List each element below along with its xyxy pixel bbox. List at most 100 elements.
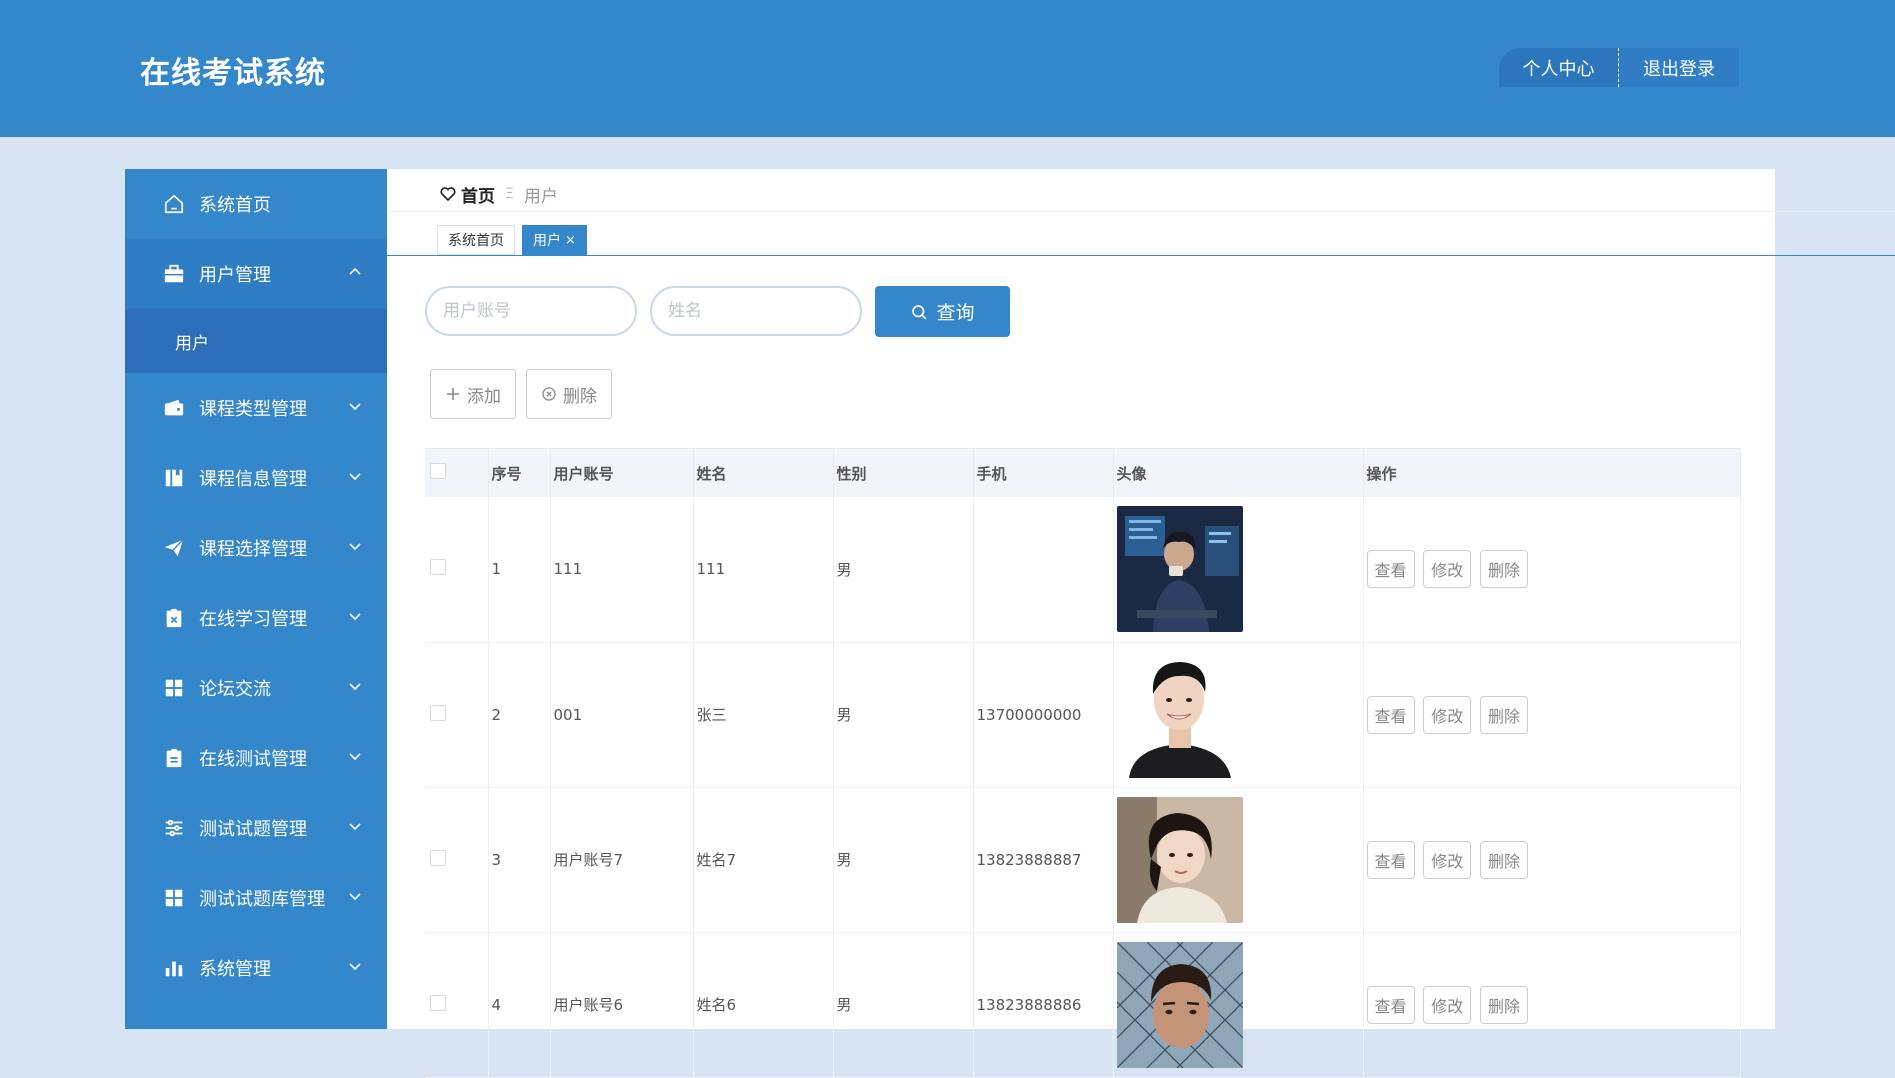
sidebar-item-online-learning[interactable]: 在线学习管理 bbox=[125, 583, 387, 653]
name-search-input[interactable] bbox=[650, 286, 862, 336]
sidebar-item-user-management[interactable]: 用户管理 bbox=[125, 239, 387, 309]
column-header: 用户账号 bbox=[550, 449, 694, 497]
edit-button[interactable]: 修改 bbox=[1423, 840, 1472, 879]
account-cell: 用户账号7 bbox=[550, 787, 694, 933]
plus-icon bbox=[447, 388, 459, 400]
gender-cell: 男 bbox=[833, 787, 974, 933]
view-button[interactable]: 查看 bbox=[1366, 550, 1415, 589]
edit-button[interactable]: 修改 bbox=[1423, 985, 1472, 1024]
account-search-input[interactable] bbox=[425, 286, 637, 336]
search-icon bbox=[912, 304, 927, 319]
wallet-icon bbox=[163, 397, 185, 419]
sidebar-item-system[interactable]: 系统管理 bbox=[125, 933, 387, 1003]
row-checkbox[interactable] bbox=[430, 849, 446, 866]
avatar bbox=[1116, 506, 1243, 633]
select-all-checkbox[interactable] bbox=[430, 463, 446, 479]
user-table: 序号 用户账号 姓名 性别 手机 头像 操作 1 111 111 男 查看 修改… bbox=[425, 448, 1741, 1078]
row-checkbox[interactable] bbox=[430, 559, 446, 576]
name-cell: 张三 bbox=[693, 642, 834, 788]
select-all-cell bbox=[425, 449, 489, 497]
sidebar-item-label: 在线学习管理 bbox=[199, 609, 307, 630]
clipboard-x-icon bbox=[163, 607, 185, 629]
view-button[interactable]: 查看 bbox=[1366, 695, 1415, 734]
view-button[interactable]: 查看 bbox=[1366, 840, 1415, 879]
breadcrumb-home[interactable]: 首页 bbox=[461, 182, 495, 207]
circle-x-icon bbox=[542, 387, 556, 401]
row-delete-button[interactable]: 删除 bbox=[1480, 695, 1529, 734]
logout-button[interactable]: 退出登录 bbox=[1619, 48, 1739, 87]
tab-users[interactable]: 用户 × bbox=[522, 225, 587, 255]
clipboard-icon bbox=[163, 747, 185, 769]
phone-cell bbox=[973, 497, 1114, 643]
avatar bbox=[1116, 796, 1243, 923]
row-delete-button[interactable]: 删除 bbox=[1480, 985, 1529, 1024]
tab-home[interactable]: 系统首页 bbox=[437, 225, 515, 255]
view-button[interactable]: 查看 bbox=[1366, 985, 1415, 1024]
row-checkbox[interactable] bbox=[430, 704, 446, 721]
chevron-down-icon bbox=[349, 893, 361, 901]
sidebar-item-course-type[interactable]: 课程类型管理 bbox=[125, 373, 387, 443]
sidebar-item-home[interactable]: 系统首页 bbox=[125, 169, 387, 239]
profile-button[interactable]: 个人中心 bbox=[1499, 48, 1619, 87]
sidebar-item-question-bank[interactable]: 测试试题库管理 bbox=[125, 863, 387, 933]
sidebar-item-label: 课程选择管理 bbox=[199, 539, 307, 560]
column-header: 姓名 bbox=[693, 449, 834, 497]
top-header: 在线考试系统 个人中心 退出登录 bbox=[0, 0, 1895, 137]
breadcrumb: 首页 Ξ 用户 bbox=[439, 179, 558, 209]
chevron-down-icon bbox=[349, 683, 361, 691]
column-header: 头像 bbox=[1113, 449, 1364, 497]
column-header: 手机 bbox=[973, 449, 1114, 497]
add-button-label: 添加 bbox=[467, 386, 501, 407]
row-checkbox-cell bbox=[425, 787, 489, 933]
chevron-down-icon bbox=[349, 963, 361, 971]
sidebar-item-course-info[interactable]: 课程信息管理 bbox=[125, 443, 387, 513]
actions-cell: 查看 修改 删除 bbox=[1363, 787, 1741, 933]
tab-label: 系统首页 bbox=[448, 233, 504, 249]
chevron-down-icon bbox=[349, 753, 361, 761]
gender-cell: 男 bbox=[833, 932, 974, 1078]
row-checkbox-cell bbox=[425, 932, 489, 1078]
table-row: 4 用户账号6 姓名6 男 13823888886 查看 修改 删除 bbox=[425, 932, 1741, 1078]
row-delete-button[interactable]: 删除 bbox=[1480, 550, 1529, 589]
avatar bbox=[1120, 651, 1238, 778]
header-actions: 个人中心 退出登录 bbox=[1499, 48, 1739, 87]
table-row: 1 111 111 男 查看 修改 删除 bbox=[425, 497, 1741, 643]
breadcrumb-current: 用户 bbox=[523, 186, 558, 207]
actions-cell: 查看 修改 删除 bbox=[1363, 497, 1741, 643]
row-delete-button[interactable]: 删除 bbox=[1480, 840, 1529, 879]
row-checkbox-cell bbox=[425, 497, 489, 643]
chevron-down-icon bbox=[349, 613, 361, 621]
actions-cell: 查看 修改 删除 bbox=[1363, 932, 1741, 1078]
breadcrumb-separator: Ξ bbox=[505, 186, 514, 202]
account-cell: 111 bbox=[550, 497, 694, 643]
briefcase-icon bbox=[163, 263, 185, 285]
name-cell: 姓名7 bbox=[693, 787, 834, 933]
tabs-underline bbox=[387, 255, 1895, 256]
phone-cell: 13823888886 bbox=[973, 932, 1114, 1078]
avatar-cell bbox=[1113, 642, 1364, 788]
row-checkbox[interactable] bbox=[430, 994, 446, 1011]
sidebar-subitem-users[interactable]: 用户 bbox=[125, 309, 387, 373]
sidebar-item-label: 在线测试管理 bbox=[199, 749, 307, 770]
paper-plane-icon bbox=[163, 537, 185, 559]
grid-icon bbox=[163, 677, 185, 699]
delete-button[interactable]: 删除 bbox=[526, 369, 612, 419]
index-cell: 3 bbox=[488, 787, 551, 933]
edit-button[interactable]: 修改 bbox=[1423, 695, 1472, 734]
sidebar-item-forum[interactable]: 论坛交流 bbox=[125, 653, 387, 723]
search-button-label: 查询 bbox=[936, 302, 975, 324]
column-header: 序号 bbox=[488, 449, 551, 497]
add-button[interactable]: 添加 bbox=[430, 369, 516, 419]
sidebar-item-online-test[interactable]: 在线测试管理 bbox=[125, 723, 387, 793]
edit-button[interactable]: 修改 bbox=[1423, 550, 1472, 589]
chevron-down-icon bbox=[349, 823, 361, 831]
book-icon bbox=[163, 467, 185, 489]
sidebar-item-label: 论坛交流 bbox=[199, 679, 271, 700]
sidebar-item-label: 测试试题管理 bbox=[199, 819, 307, 840]
close-icon[interactable]: × bbox=[565, 233, 576, 248]
sliders-icon bbox=[163, 817, 185, 839]
search-button[interactable]: 查询 bbox=[875, 286, 1010, 337]
sidebar-item-course-selection[interactable]: 课程选择管理 bbox=[125, 513, 387, 583]
sidebar-item-test-questions[interactable]: 测试试题管理 bbox=[125, 793, 387, 863]
index-cell: 1 bbox=[488, 497, 551, 643]
